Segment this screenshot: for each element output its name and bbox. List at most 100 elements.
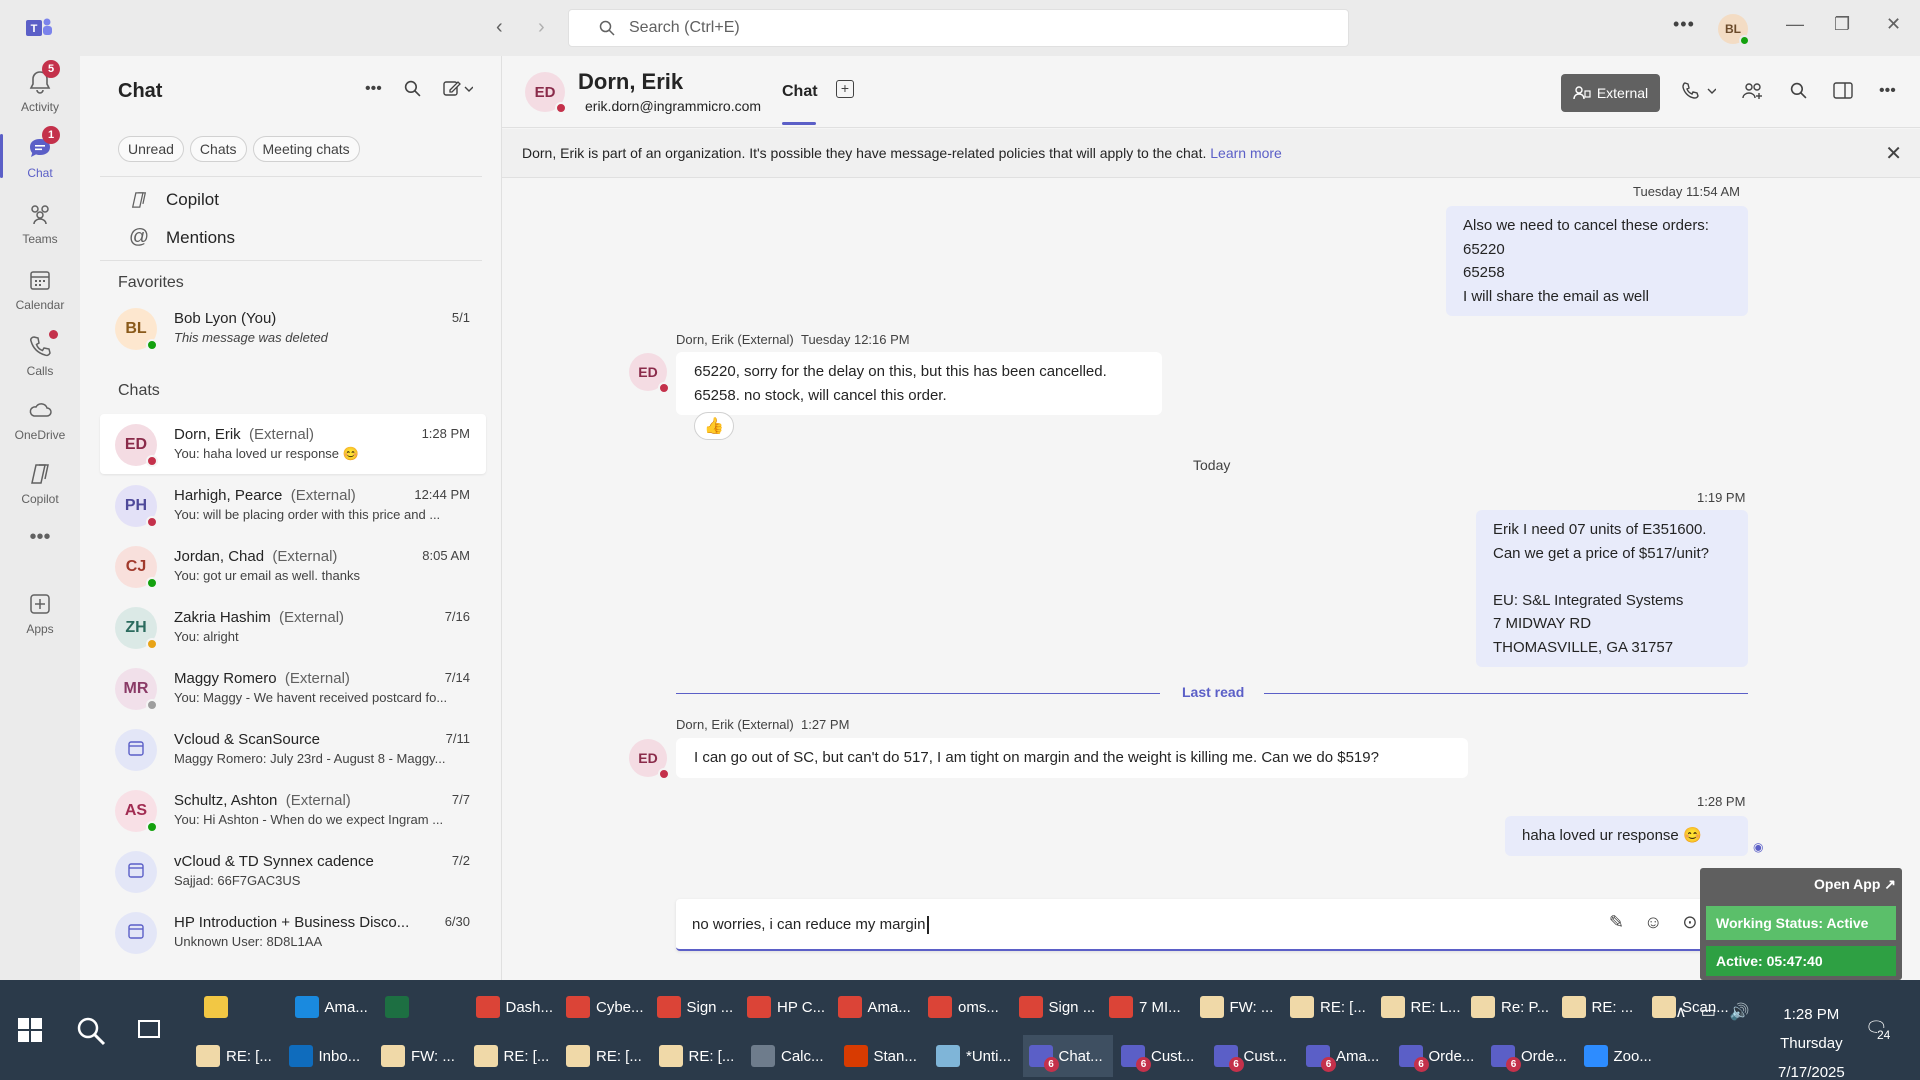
taskbar-app[interactable]: 6 Orde... — [1485, 1035, 1576, 1077]
taskbar-app[interactable]: RE: [... — [468, 1035, 559, 1077]
loop-icon[interactable]: ⊙ — [1682, 912, 1697, 933]
chat-list-item[interactable]: PH Harhigh, Pearce (External) 12:44 PM You:… — [100, 475, 486, 535]
chat-list-item[interactable]: CJ Jordan, Chad (External) 8:05 AM You: got… — [100, 536, 486, 596]
emoji-icon[interactable]: ☺ — [1644, 912, 1662, 933]
sender-avatar[interactable]: ED — [629, 353, 670, 394]
taskbar-app[interactable]: RE: [... — [653, 1035, 744, 1077]
copilot-item[interactable]: Copilot — [128, 189, 219, 211]
windows-start-icon[interactable] — [18, 1018, 42, 1042]
tab-chat[interactable]: Chat — [782, 83, 818, 101]
battery-icon[interactable]: ▭ — [1701, 1002, 1716, 1022]
taskbar-app[interactable]: 6 Orde... — [1393, 1035, 1484, 1077]
call-icon[interactable] — [1682, 82, 1717, 105]
minimize-icon[interactable]: — — [1786, 14, 1804, 35]
taskbar-app[interactable]: 6 Cust... — [1208, 1035, 1299, 1077]
restore-icon[interactable]: ❐ — [1834, 14, 1850, 35]
taskbar-app[interactable]: Inbo... — [283, 1035, 374, 1077]
add-tab-icon[interactable]: + — [836, 80, 854, 98]
back-arrow-icon[interactable]: ‹ — [496, 16, 503, 39]
taskbar-app[interactable]: RE: [... — [1284, 986, 1373, 1028]
side-panel-icon[interactable] — [1833, 82, 1853, 105]
taskbar-app[interactable]: FW: ... — [375, 1035, 466, 1077]
taskbar-app[interactable]: 7 MI... — [1103, 986, 1192, 1028]
chat-list-item[interactable]: BL Bob Lyon (You) 5/1 This message was dele… — [100, 298, 486, 358]
filter-meeting-chats[interactable]: Meeting chats — [252, 136, 360, 162]
chat-list-item[interactable]: MR Maggy Romero (External) 7/14 You: Maggy … — [100, 658, 486, 718]
composer-input[interactable]: no worries, i can reduce my margin — [692, 916, 929, 935]
taskbar-clock[interactable]: 1:28 PM Thursday 7/17/2025 — [1778, 1000, 1845, 1080]
add-people-icon[interactable] — [1742, 82, 1764, 105]
taskbar-app[interactable]: Calc... — [745, 1035, 836, 1077]
open-app-button[interactable]: Open App ↗ — [1814, 876, 1896, 893]
new-chat-icon[interactable] — [443, 80, 474, 102]
taskbar-app[interactable]: 6 Chat... — [1022, 1035, 1113, 1077]
sender-avatar[interactable]: ED — [629, 739, 670, 780]
contact-avatar[interactable]: ED — [525, 72, 567, 114]
learn-more-link[interactable]: Learn more — [1210, 145, 1282, 161]
close-icon[interactable]: ✕ — [1885, 141, 1902, 166]
taskbar-app[interactable]: Ama... — [832, 986, 921, 1028]
chat-list-item[interactable]: AS Schultz, Ashton (External) 7/7 You: Hi A… — [100, 780, 486, 840]
taskbar-app[interactable]: Dash... — [470, 986, 559, 1028]
search-in-chat-icon[interactable] — [1790, 82, 1807, 105]
taskbar-app[interactable]: Re: P... — [1465, 986, 1554, 1028]
taskbar-app[interactable]: 6 Cust... — [1115, 1035, 1206, 1077]
taskbar-app[interactable]: Cybe... — [560, 986, 649, 1028]
taskbar-app[interactable] — [379, 986, 468, 1028]
taskbar-app[interactable]: RE: [... — [190, 1035, 281, 1077]
taskbar-app[interactable]: RE: L... — [1375, 986, 1464, 1028]
more-options-icon[interactable]: ••• — [1879, 82, 1896, 105]
rail-onedrive[interactable]: OneDrive — [0, 388, 80, 448]
chevron-up-icon[interactable]: ∧ — [1675, 1002, 1687, 1022]
their-message[interactable]: I can go out of SC, but can't do 517, I … — [676, 738, 1468, 778]
taskbar-app[interactable]: FW: ... — [1194, 986, 1283, 1028]
speaker-icon[interactable]: 🔊 — [1730, 1002, 1750, 1022]
rail-apps[interactable]: Apps — [0, 582, 80, 642]
forward-arrow-icon[interactable]: › — [538, 16, 545, 39]
search-icon[interactable] — [404, 80, 421, 102]
mentions-item[interactable]: @ Mentions — [128, 226, 235, 249]
task-view-icon[interactable] — [138, 1020, 160, 1038]
rail-copilot[interactable]: Copilot — [0, 452, 80, 512]
user-avatar[interactable]: BL — [1718, 14, 1750, 46]
rail-more-apps[interactable]: ••• — [0, 526, 80, 586]
their-message[interactable]: 65220, sorry for the delay on this, but … — [676, 352, 1162, 415]
rail-calls[interactable]: Calls — [0, 324, 80, 384]
chat-list-item[interactable]: vCloud & TD Synnex cadence 7/2 Sajjad: 66F… — [100, 841, 486, 901]
taskbar-app[interactable]: HP C... — [741, 986, 830, 1028]
message-composer[interactable]: no worries, i can reduce my margin ✎ ☺ ⊙… — [676, 899, 1746, 951]
chat-list-item[interactable]: ZH Zakria Hashim (External) 7/16 You: alrig… — [100, 597, 486, 657]
search-input[interactable]: Search (Ctrl+E) — [568, 9, 1349, 47]
external-button[interactable]: External — [1561, 74, 1660, 112]
rail-teams[interactable]: Teams — [0, 192, 80, 252]
taskbar-app[interactable] — [198, 986, 287, 1028]
format-icon[interactable]: ✎ — [1609, 912, 1624, 933]
my-message[interactable]: Also we need to cancel these orders: 652… — [1446, 206, 1748, 316]
taskbar-app[interactable]: Zoo... — [1578, 1035, 1669, 1077]
rail-calendar[interactable]: Calendar — [0, 258, 80, 318]
taskbar-search-icon[interactable] — [76, 1016, 106, 1046]
taskbar-app[interactable]: oms... — [922, 986, 1011, 1028]
more-options-icon[interactable]: ••• — [1673, 14, 1695, 35]
taskbar-app[interactable]: *Unti... — [930, 1035, 1021, 1077]
taskbar-app[interactable]: 6 Ama... — [1300, 1035, 1391, 1077]
chat-list-item[interactable]: Vcloud & ScanSource 7/11 Maggy Romero: Jul… — [100, 719, 486, 779]
thumbs-up-reaction[interactable]: 👍 — [694, 412, 734, 440]
my-message[interactable]: haha loved ur response 😊 — [1505, 816, 1748, 856]
taskbar-app[interactable]: RE: [... — [560, 1035, 651, 1077]
taskbar-app[interactable]: Stan... — [838, 1035, 929, 1077]
taskbar-app[interactable]: Sign ... — [1013, 986, 1102, 1028]
filter-chats[interactable]: Chats — [189, 136, 247, 162]
my-message[interactable]: Erik I need 07 units of E351600. Can we … — [1476, 510, 1748, 667]
taskbar-app[interactable]: Sign ... — [651, 986, 740, 1028]
taskbar-app[interactable]: Ama... — [289, 986, 378, 1028]
notification-center-icon[interactable]: 🗨24 — [1865, 1018, 1891, 1042]
more-options-icon[interactable]: ••• — [365, 80, 382, 102]
filter-unread[interactable]: Unread — [118, 136, 184, 162]
rail-chat[interactable]: 1 Chat — [0, 126, 80, 186]
rail-activity[interactable]: 5 Activity — [0, 60, 80, 120]
close-window-icon[interactable]: ✕ — [1886, 14, 1901, 35]
chat-list-item[interactable]: ED Dorn, Erik (External) 1:28 PM You: haha … — [100, 414, 486, 474]
chat-list-item[interactable]: HP Introduction + Business Disco... 6/30 U… — [100, 902, 486, 962]
taskbar-app[interactable]: RE: ... — [1556, 986, 1645, 1028]
